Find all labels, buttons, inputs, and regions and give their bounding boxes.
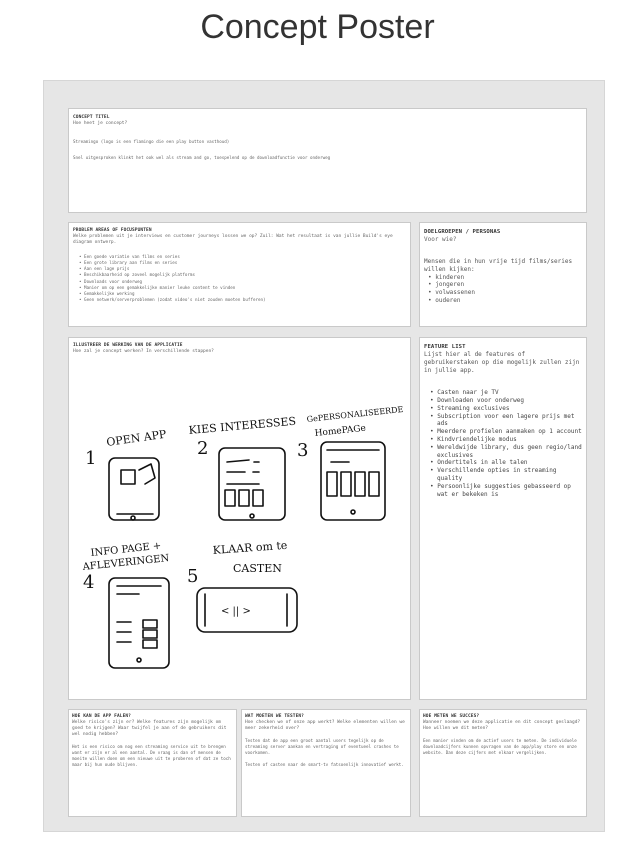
home-button-icon [350, 509, 356, 515]
concept-heading: CONCEPT TITEL [73, 115, 110, 120]
list-item: Streaming exclusives [430, 405, 582, 413]
list-item: Meerdere profielen aanmaken op 1 account [430, 428, 582, 436]
content-tile [326, 471, 338, 497]
test-question: Hoe checken we of onze app werkt? Welke … [245, 720, 405, 732]
step-1-number: 1 [85, 448, 96, 469]
list-item: Downloaden voor onderweg [430, 397, 582, 405]
home-button-icon [136, 657, 142, 663]
step-3-label-line-1: GePERSONALISEERDE [306, 405, 404, 424]
concept-line-1: Streamingo (logo is een flamingo die een… [73, 139, 230, 145]
fail-question: Welke risico's zijn er? Welke features z… [72, 720, 227, 738]
step-3-number: 3 [297, 440, 308, 461]
measure-question: Wanneer noemen we deze applicatie en dit… [423, 720, 581, 732]
list-item: Persoonlijke suggesties gebasseerd op wa… [430, 483, 582, 499]
page-title: Concept Poster [200, 8, 435, 46]
features-question: Lijst hier al de features of gebruikerst… [424, 351, 580, 375]
list-item: Wereldwijde library, dus geen regio/land… [430, 444, 582, 460]
app-failure-card: HOE KAN DE APP FALEN? Welke risico's zij… [68, 709, 237, 817]
personas-intro: Mensen die in hun vrije tijd films/serie… [424, 258, 573, 273]
step-5-label-line-2: CASTEN [233, 562, 282, 575]
features-list: Casten naar je TV Downloaden voor onderw… [424, 389, 582, 498]
personas-list: kinderen jongeren volwassenen ouderen [424, 274, 582, 305]
fail-body: Het is een risico om nog een streaming s… [72, 744, 231, 767]
app-flow-sketch: 1 OPEN APP 2 KIES INTERESSES 3 GePERSONA… [81, 405, 404, 669]
home-text-lines [326, 449, 380, 463]
list-item: Verschillende opties in streaming qualit… [430, 467, 582, 483]
measure-body: Een manier vinden om de actief users te … [423, 738, 577, 755]
testing-card: WAT MOETEN WE TESTEN? Hoe checken we of … [241, 709, 411, 817]
list-item: jongeren [428, 281, 582, 289]
list-item: kinderen [428, 274, 582, 282]
concept-question: Hoe heet je concept? [73, 121, 128, 126]
step-2-number: 2 [197, 438, 208, 459]
list-item: Geen netwerk/serverproblemen (zodat vide… [79, 297, 406, 303]
problem-list: Een goede variatie van films en series E… [73, 254, 406, 303]
content-tile [340, 471, 352, 497]
episode-thumbnail [142, 619, 158, 629]
app-icon-sketch [120, 469, 136, 485]
list-item: Subscription voor een lagere prijs met a… [430, 413, 582, 429]
test-body-1: Testen dat de app een groot aantal users… [245, 738, 399, 755]
list-item: Ondertitels in alle talen [430, 459, 582, 467]
home-button-icon [130, 515, 136, 521]
info-text-lines [116, 585, 162, 643]
step-1-label: OPEN APP [106, 428, 168, 449]
problem-areas-card: PROBLEM AREAS of FOCUSPUNTEN Welke probl… [68, 222, 411, 327]
player-controls: < || > [221, 606, 251, 617]
step-3-label-line-2: HomePAGe [314, 424, 366, 439]
phone-sketch-icon [320, 441, 386, 521]
problem-heading: PROBLEM AREAS of FOCUSPUNTEN [73, 228, 152, 233]
step-5-number: 5 [187, 566, 198, 587]
option-box [252, 489, 264, 507]
list-item: Casten naar je TV [430, 389, 582, 397]
personas-heading: DOELGROEPEN / PERSONAS [424, 229, 501, 235]
step-2-label: KIES INTERESSES [188, 415, 296, 437]
list-item: Kindvriendelijke modus [430, 436, 582, 444]
fail-heading: HOE KAN DE APP FALEN? [72, 714, 131, 719]
concept-line-2: Snel uitgesproken klinkt het ook wel als… [73, 154, 331, 160]
option-box [224, 489, 236, 507]
list-item: ouderen [428, 297, 582, 305]
step-4-number: 4 [83, 572, 94, 593]
features-heading: FEATURE LIST [424, 344, 466, 350]
tap-finger-icon [138, 463, 156, 485]
phone-sketch-icon [108, 577, 170, 669]
interest-lines [226, 459, 260, 485]
test-body-2: Testen of casten naar de smart-tv fatsoe… [245, 761, 404, 767]
personas-question: Voor wie? [424, 236, 457, 243]
problem-question: Welke problemen uit je interviews en cus… [73, 234, 393, 246]
measure-heading: HOE METEN WE SUCCES? [423, 714, 480, 719]
personas-card: DOELGROEPEN / PERSONAS Voor wie? Mensen … [419, 222, 587, 327]
measure-success-card: HOE METEN WE SUCCES? Wanneer noemen we d… [419, 709, 587, 817]
option-box [238, 489, 250, 507]
step-5-label-line-1: KLAAR om te [212, 539, 287, 557]
list-item: volwassenen [428, 289, 582, 297]
episode-thumbnail [142, 629, 158, 639]
feature-list-card: FEATURE LIST Lijst hier al de features o… [419, 337, 587, 700]
home-button-icon [249, 513, 255, 519]
test-heading: WAT MOETEN WE TESTEN? [245, 714, 304, 719]
illustration-question: Hoe zal je concept werken? In verschille… [73, 349, 214, 354]
concept-title-card: CONCEPT TITEL Hoe heet je concept? Strea… [68, 108, 587, 213]
episode-thumbnail [142, 639, 158, 649]
content-tile [368, 471, 380, 497]
illustration-heading: ILLUSTREER DE WERKING VAN DE APPLICATIE [73, 343, 183, 348]
illustration-card: 1 OPEN APP 2 KIES INTERESSES 3 GePERSONA… [68, 337, 411, 700]
content-tile [354, 471, 366, 497]
